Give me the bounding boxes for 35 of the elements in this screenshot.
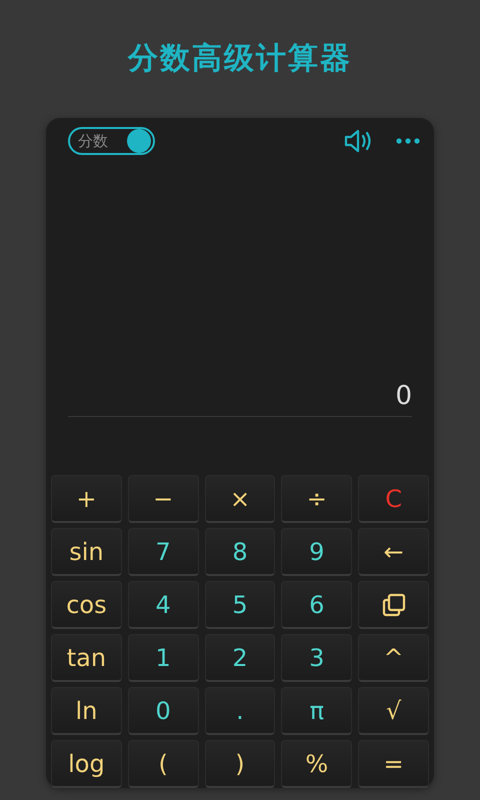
calculator-key[interactable]: 3 [281,634,352,682]
calculator-key[interactable]: ) [204,740,276,788]
calculator-key[interactable]: 5 [204,581,276,629]
calculator-key[interactable]: − [128,475,199,523]
calculator-key[interactable]: 1 [128,634,199,682]
calculator-key[interactable]: 9 [281,528,352,576]
app-title: 分数高级计算器 [128,40,352,78]
calculator-key[interactable]: C [358,475,429,523]
calculator-key[interactable]: × [204,475,276,523]
calculator-key[interactable] [358,581,429,629]
calculator-key[interactable]: ÷ [281,475,352,523]
calculator-key[interactable]: 8 [204,528,276,576]
calculator-key[interactable]: π [281,687,352,735]
calculator-key[interactable]: 4 [128,581,199,629]
calculator-key[interactable]: % [281,740,352,788]
copy-icon [382,592,406,616]
calculator-key[interactable]: ← [358,528,429,576]
calculator-key[interactable]: sin [51,528,122,576]
calculator-key[interactable]: = [358,740,429,788]
calculator-key[interactable]: 0 [128,687,199,735]
calculator-key[interactable]: + [51,475,122,523]
calculator-key[interactable]: ( [128,740,199,788]
calculator-key[interactable]: cos [51,581,122,629]
calculator-key[interactable]: tan [51,634,122,682]
calculator-key[interactable]: 2 [204,634,276,682]
calculator-key[interactable]: log [51,740,122,788]
calculator-key[interactable]: ln [51,687,122,735]
calculator-key[interactable]: 6 [281,581,352,629]
display-value: 0 [395,380,412,413]
calculator-key[interactable]: √ [358,687,429,735]
calculator-key[interactable]: ^ [358,634,429,682]
more-icon[interactable] [396,138,420,144]
fraction-toggle[interactable]: 分数 [68,127,155,156]
calculator-key[interactable]: . [204,687,276,735]
calculator-key[interactable]: 7 [128,528,199,576]
